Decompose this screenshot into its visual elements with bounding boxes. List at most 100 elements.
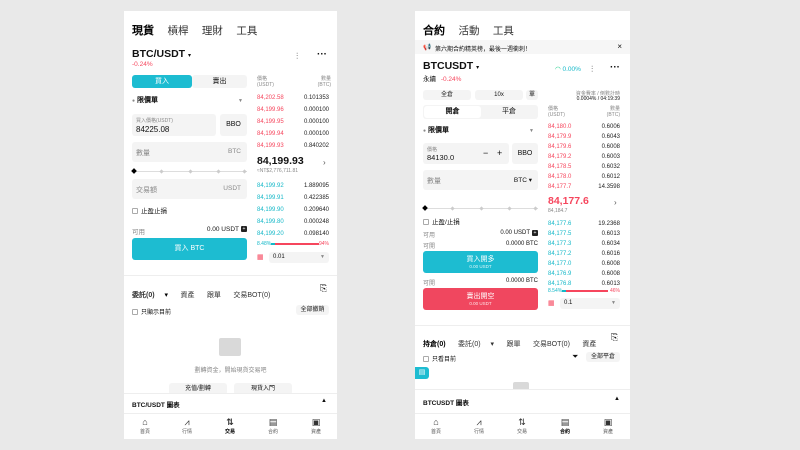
floating-note-icon[interactable]: ▤ [415, 367, 429, 379]
nav-futures[interactable]: ▤ 合約 [258, 417, 288, 435]
position-mode-button[interactable]: 單 [526, 90, 538, 100]
tab-futures[interactable]: 合約 [423, 25, 445, 37]
nav-assets[interactable]: ▣ 資產 [301, 417, 331, 435]
nav-futures[interactable]: ▤ 合約 [550, 417, 580, 435]
bottom-nav: ⌂ 首頁 ⩘ 行情 ⇅ 交易 ▤ 合約 ▣ 資產 [124, 413, 337, 439]
nav-trade[interactable]: ⇅ 交易 [507, 417, 537, 435]
chart-bar[interactable]: BTC/USDT 圖表 ▲ [124, 393, 337, 413]
tab-copy[interactable]: 跟單 [507, 341, 521, 348]
pair-selector[interactable]: BTC/USDT ▾ [132, 48, 191, 60]
more-icon[interactable]: ··· [317, 49, 327, 60]
bbo-button[interactable]: BBO [512, 143, 538, 164]
quantity-slider[interactable] [422, 205, 538, 212]
buy-submit-button[interactable]: 買入 BTC [132, 238, 247, 260]
candlestick-icon[interactable]: ⫶ [296, 51, 298, 62]
pnl-gauge[interactable]: ◠ 0.00% [555, 65, 581, 73]
nav-markets[interactable]: ⩘ 行情 [172, 417, 202, 435]
tpsl-checkbox[interactable]: 止盈/止損 [423, 216, 460, 226]
nav-home[interactable]: ⌂ 首頁 [421, 417, 451, 435]
bid-price: 84,176.8 [548, 281, 572, 287]
tab-orders[interactable]: 委託(0) ▾ [132, 292, 168, 299]
slider-handle[interactable] [422, 205, 428, 211]
positions-tabs: 持倉(0) 委託(0) ▾ 跟單 交易BOT(0) 資產 [423, 333, 604, 351]
chevron-down-icon: ▼ [238, 98, 243, 104]
bid-list: 84,177.6 19.2368 84,177.5 0.6013 84,177.3 0… [548, 221, 620, 295]
filter-icon[interactable]: ⏷ [572, 352, 578, 362]
nav-home[interactable]: ⌂ 首頁 [130, 417, 160, 435]
depth-mode-icon[interactable]: ▦ [548, 299, 555, 307]
order-type-select[interactable]: ● 限價單 ▼ [423, 125, 538, 137]
quantity-input[interactable]: 數量 BTC ▾ [423, 170, 538, 190]
chevron-down-icon: ▾ [476, 65, 480, 71]
chevron-right-icon[interactable]: › [614, 198, 617, 207]
depth-select[interactable]: 0.1 ▼ [560, 298, 620, 309]
plus-icon[interactable]: + [532, 230, 538, 236]
qty-unit-select[interactable]: BTC ▾ [514, 176, 532, 184]
tab-bot[interactable]: 交易BOT(0) [233, 292, 270, 299]
only-current-checkbox[interactable]: 只顯示目前 [132, 307, 171, 316]
tab-spot[interactable]: 現貨 [132, 25, 154, 37]
depth-select[interactable]: 0.01 ▼ [269, 252, 329, 263]
tab-copy[interactable]: 跟單 [207, 292, 221, 299]
only-current-checkbox[interactable]: 只看目前 [423, 354, 456, 363]
ask-price: 84,178.5 [548, 164, 572, 170]
open-short-button[interactable]: 賣出開空 0.00 USDT [423, 288, 538, 310]
tab-tools[interactable]: 工具 [236, 25, 257, 37]
quantity-slider[interactable] [131, 168, 247, 175]
tab-events[interactable]: 活動 [458, 25, 479, 37]
pair-selector[interactable]: BTCUSDT ▾ [423, 60, 479, 72]
price-label: 買入價格(USDT) [136, 118, 173, 124]
open-long-label: 買入開多 [466, 256, 495, 263]
ask-price: 84,202.58 [257, 95, 284, 101]
ratio-sell: 46% [609, 288, 620, 294]
sell-tab[interactable]: 賣出 [192, 75, 247, 88]
tab-margin[interactable]: 槓桿 [167, 25, 188, 37]
buy-tab[interactable]: 買入 [132, 75, 192, 88]
bbo-button[interactable]: BBO [220, 114, 247, 136]
only-current-label: 只顯示目前 [141, 310, 172, 316]
close-icon[interactable]: × [617, 42, 622, 51]
home-icon: ⌂ [142, 417, 148, 427]
tab-orders[interactable]: 委託(0) ▾ [458, 341, 494, 348]
price-input[interactable]: 價格 84130.0 − + [423, 143, 509, 164]
minus-icon[interactable]: − [483, 148, 488, 158]
plus-icon[interactable]: + [241, 226, 247, 232]
candlestick-icon[interactable]: ⫶ [591, 64, 593, 75]
ratio-buy: 8.54% [548, 288, 563, 294]
open-long-button[interactable]: 買入開多 0.00 USDT [423, 251, 538, 273]
leverage-button[interactable]: 10x [475, 90, 523, 100]
tab-assets[interactable]: 資產 [582, 341, 596, 348]
gauge-icon: ◠ [555, 66, 561, 73]
margin-mode-button[interactable]: 全倉 [423, 90, 471, 100]
nav-markets[interactable]: ⩘ 行情 [464, 417, 494, 435]
history-icon[interactable]: ⎘ [611, 332, 618, 343]
quantity-input[interactable]: 數量 BTC [132, 142, 247, 162]
tab-earn[interactable]: 理財 [202, 25, 223, 37]
tab-assets[interactable]: 資產 [180, 292, 194, 299]
plus-icon[interactable]: + [497, 148, 502, 158]
depth-mode-icon[interactable]: ▦ [257, 253, 264, 261]
tab-bot[interactable]: 交易BOT(0) [533, 341, 570, 348]
checkbox-icon [423, 356, 429, 363]
announcement-banner[interactable]: 📢 第六期合約精英榜，最後一週衝刺！ × [415, 40, 630, 54]
amount-unit: USDT [223, 185, 241, 192]
order-type-select[interactable]: ● 限價單 ▼ [132, 95, 247, 107]
nav-assets[interactable]: ▣ 資產 [593, 417, 623, 435]
tab-tools[interactable]: 工具 [493, 25, 514, 37]
futures-icon: ▤ [268, 417, 278, 427]
chart-bar[interactable]: BTCUSDT 圖表 ▲ [415, 389, 630, 413]
close-all-button[interactable]: 全部平倉 [586, 352, 620, 362]
tpsl-checkbox[interactable]: 止盈止損 [132, 205, 167, 215]
amount-input[interactable]: 交易額 USDT [132, 179, 247, 199]
open-tab[interactable]: 開倉 [424, 106, 481, 118]
slider-handle[interactable] [131, 168, 137, 174]
price-input[interactable]: 買入價格(USDT) 84225.08 [132, 114, 216, 136]
history-icon[interactable]: ⎘ [320, 283, 327, 294]
ask-qty: 0.000100 [303, 107, 329, 113]
chevron-right-icon[interactable]: › [323, 158, 326, 167]
more-icon[interactable]: ··· [610, 62, 620, 73]
close-tab[interactable]: 平倉 [481, 106, 537, 118]
cancel-all-button[interactable]: 全部撤銷 [296, 305, 329, 315]
tab-positions[interactable]: 持倉(0) [423, 341, 446, 348]
nav-trade[interactable]: ⇅ 交易 [215, 417, 245, 435]
